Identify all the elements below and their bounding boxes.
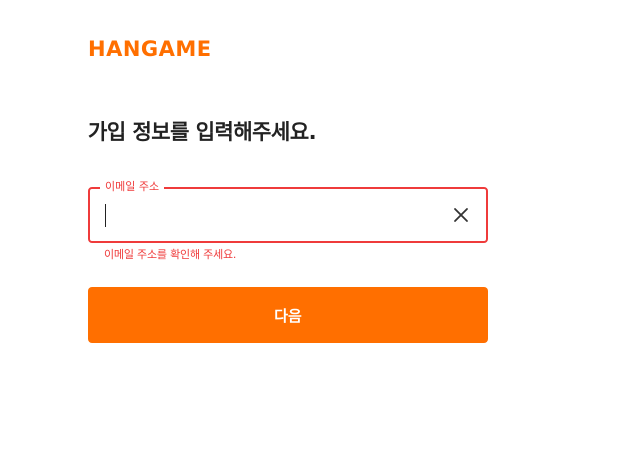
email-input[interactable] — [104, 201, 424, 229]
logo-text: HANGAME — [88, 37, 212, 61]
close-icon — [454, 208, 468, 222]
text-cursor — [105, 204, 106, 227]
hangame-logo: HANGAME — [88, 38, 212, 60]
email-field[interactable]: 이메일 주소 — [88, 178, 488, 243]
page-title: 가입 정보를 입력해주세요. — [88, 120, 317, 144]
next-button[interactable]: 다음 — [88, 287, 488, 343]
email-error-message: 이메일 주소를 확인해 주세요. — [104, 248, 237, 261]
clear-button[interactable] — [449, 203, 473, 227]
signup-page: HANGAME 가입 정보를 입력해주세요. 이메일 주소 이메일 주소를 확인… — [0, 0, 625, 449]
email-field-label: 이메일 주소 — [100, 178, 165, 196]
